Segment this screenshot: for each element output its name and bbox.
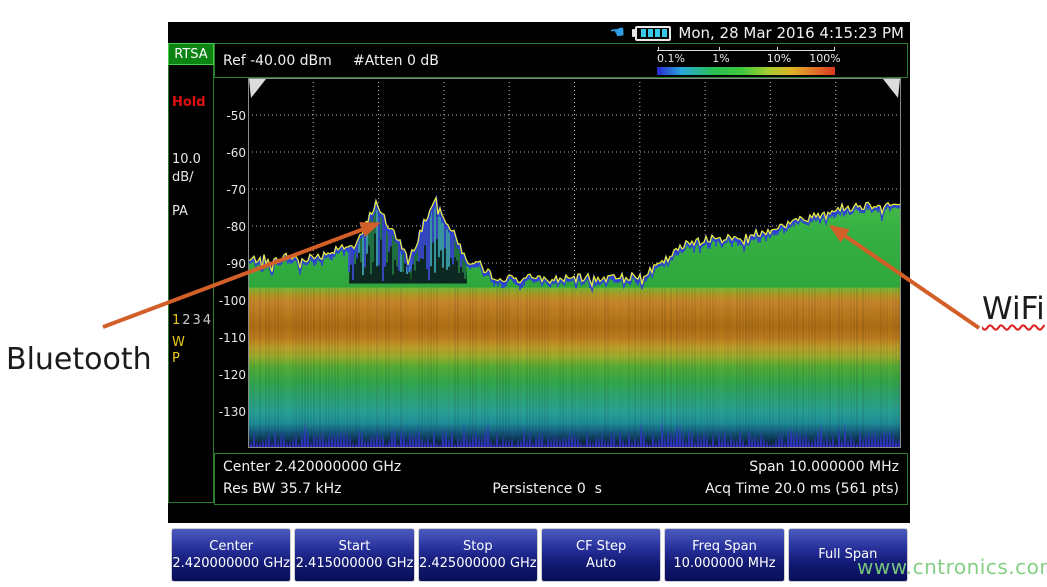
softkey-start[interactable]: Start 2.415000000 GHz [294, 528, 414, 582]
softkey-label: Stop [463, 539, 493, 554]
scale-label-0p1: 0.1% [657, 52, 685, 65]
softkey-center[interactable]: Center 2.420000000 GHz [171, 528, 291, 582]
persistence-readout: Persistence 0 s [492, 481, 602, 497]
scale-label-10: 10% [767, 52, 791, 65]
battery-body [635, 26, 671, 41]
softkey-value: 10.000000 MHz [673, 556, 775, 571]
softkey-value: 2.415000000 GHz [296, 556, 414, 571]
softkey-value: 2.425000000 GHz [419, 556, 537, 571]
measurement-header: Ref -40.00 dBm #Atten 0 dB 0.1% 1% 10% 1… [214, 43, 908, 78]
scale-axis-line [657, 50, 835, 51]
y-tick--120: -120 [214, 368, 246, 382]
scale-tick [777, 47, 778, 51]
scale-tick [658, 47, 659, 51]
y-tick--50: -50 [214, 109, 246, 123]
status-bar: Center 2.420000000 GHz Span 10.000000 MH… [214, 453, 908, 505]
mode-badge-rtsa: RTSA [168, 43, 214, 65]
softkey-label: CF Step [576, 539, 626, 554]
scale-label-1: 1% [712, 52, 729, 65]
softkey-value: Auto [586, 556, 616, 571]
softkey-label: Center [209, 539, 253, 554]
y-tick--70: -70 [214, 183, 246, 197]
y-tick--100: -100 [214, 294, 246, 308]
y-tick--60: -60 [214, 146, 246, 160]
datetime-label: Mon, 28 Mar 2016 4:15:23 PM [678, 24, 904, 42]
touch-pointer-icon: ☚ [609, 24, 626, 43]
acq-time-readout: Acq Time 20.0 ms (561 pts) [705, 481, 899, 497]
span-readout: Span 10.000000 MHz [749, 459, 899, 475]
density-color-scale: 0.1% 1% 10% 100% [657, 46, 839, 77]
atten-label: #Atten 0 dB [353, 53, 439, 69]
hold-annunciator: Hold [172, 95, 206, 110]
y-tick--110: -110 [214, 331, 246, 345]
res-bw-readout: Res BW 35.7 kHz [223, 481, 341, 497]
trace-1-active: 1 [172, 313, 182, 328]
softkey-stop[interactable]: Stop 2.425000000 GHz [418, 528, 538, 582]
scale-per-div-value: 10.0 [172, 152, 201, 167]
y-tick--90: -90 [214, 257, 246, 271]
trace-w-annunciator: W [172, 335, 185, 350]
battery-bar [648, 29, 653, 37]
bluetooth-annotation-label: Bluetooth [6, 342, 152, 377]
scale-tick [719, 47, 720, 51]
wifi-annotation-label: WiFi [982, 291, 1045, 327]
top-status-bar: ☚ Mon, 28 Mar 2016 4:15:23 PM [168, 22, 908, 44]
spectrum-display [248, 78, 901, 448]
y-tick--130: -130 [214, 405, 246, 419]
battery-bar [655, 29, 660, 37]
softkey-cf-step[interactable]: CF Step Auto [541, 528, 661, 582]
battery-bar [641, 29, 646, 37]
battery-icon [632, 26, 671, 41]
traces-2-3-4: 234 [182, 313, 213, 328]
center-freq-readout: Center 2.420000000 GHz [223, 459, 401, 475]
trace-numbers: 1234 [172, 313, 213, 328]
softkey-row: Center 2.420000000 GHz Start 2.415000000… [171, 528, 908, 582]
detector-annunciator: PA [172, 204, 188, 219]
y-tick--80: -80 [214, 220, 246, 234]
softkey-freq-span[interactable]: Freq Span 10.000000 MHz [664, 528, 784, 582]
scale-tick [834, 47, 835, 51]
watermark: www.cntronics.com [857, 555, 1047, 579]
density-gradient-bar [657, 67, 835, 75]
left-annunciator-panel: Hold 10.0 dB/ PA 1234 W P [168, 43, 214, 503]
softkey-label: Freq Span [692, 539, 757, 554]
battery-bar [662, 29, 667, 37]
softkey-label: Start [339, 539, 371, 554]
scale-per-div-unit: dB/ [172, 170, 194, 185]
scale-label-100: 100% [809, 52, 840, 65]
analyzer-screen: ☚ Mon, 28 Mar 2016 4:15:23 PM Hold 10.0 … [168, 22, 910, 523]
ref-level-label: Ref -40.00 dBm [223, 53, 332, 69]
trace-p-annunciator: P [172, 351, 180, 366]
softkey-value: 2.420000000 GHz [172, 556, 290, 571]
